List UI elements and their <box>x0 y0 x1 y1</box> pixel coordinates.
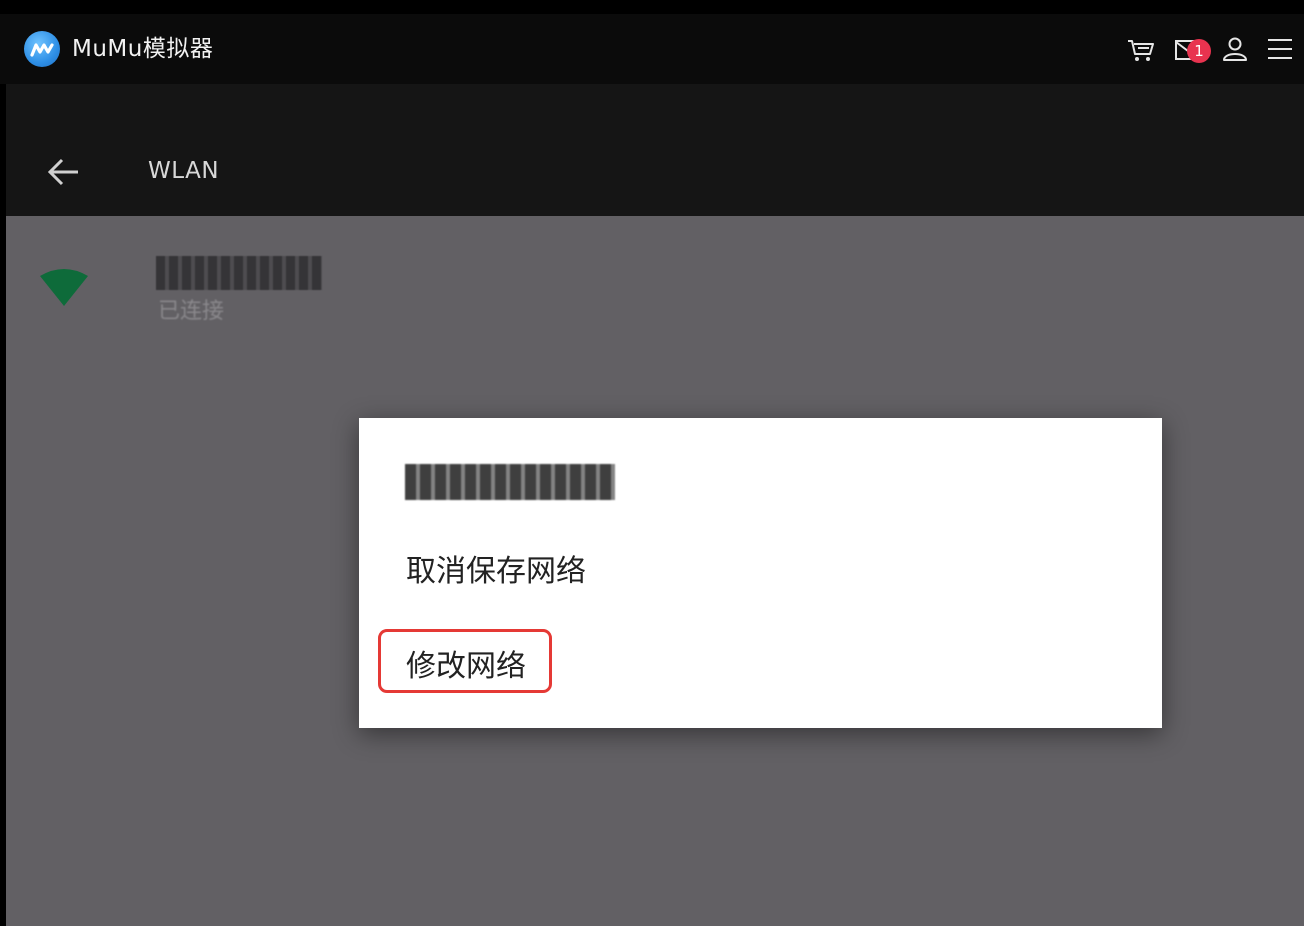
dialog-title-redacted <box>405 464 615 500</box>
page-title: WLAN <box>148 158 220 184</box>
network-options-dialog: 取消保存网络 修改网络 <box>359 418 1162 728</box>
wlan-action-bar: WLAN <box>6 84 1304 216</box>
network-status: 已连接 <box>158 299 225 324</box>
modify-network-option[interactable]: 修改网络 <box>406 647 526 687</box>
forget-network-option[interactable]: 取消保存网络 <box>406 552 586 592</box>
emulator-titlebar: MuMu模拟器 1 <box>0 14 1304 84</box>
cart-icon[interactable] <box>1124 32 1158 66</box>
wlan-content: 已连接 取消保存网络 修改网络 <box>6 216 1304 926</box>
menu-icon[interactable] <box>1264 32 1298 66</box>
mumu-logo <box>24 31 60 67</box>
app-title: MuMu模拟器 <box>72 36 214 62</box>
notification-badge: 1 <box>1187 39 1211 63</box>
network-name-redacted[interactable] <box>156 256 322 290</box>
back-arrow-icon[interactable] <box>42 150 86 194</box>
emulator-screen: MuMu模拟器 1 WLAN 已连接 取消保存网络 修改网络 <box>0 0 1304 926</box>
wifi-signal-icon <box>38 266 90 310</box>
user-icon[interactable] <box>1218 32 1252 66</box>
